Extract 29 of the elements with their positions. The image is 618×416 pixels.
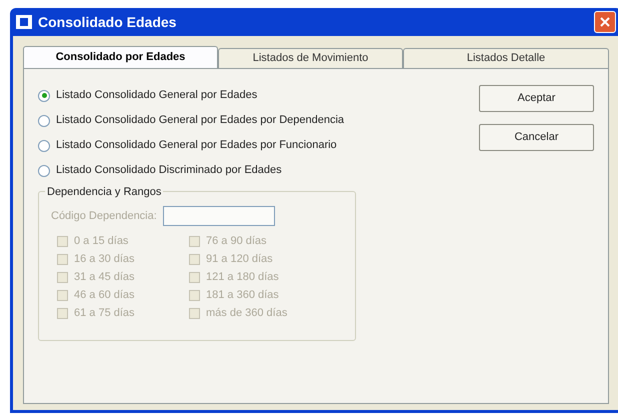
radio-button[interactable] xyxy=(38,114,50,126)
dialog-button[interactable]: Cancelar xyxy=(479,124,594,151)
checkbox-label: 181 a 360 días xyxy=(206,288,279,303)
window-title: Consolidado Edades xyxy=(38,12,176,32)
app-icon xyxy=(16,15,32,29)
checkbox-label: 76 a 90 días xyxy=(206,234,267,249)
close-button[interactable] xyxy=(594,11,616,33)
checkbox-label: 91 a 120 días xyxy=(206,252,273,267)
checkbox-label: 16 a 30 días xyxy=(74,252,135,267)
checkbox-label: 46 a 60 días xyxy=(74,288,135,303)
radio-button[interactable] xyxy=(38,90,50,102)
radio-button[interactable] xyxy=(38,140,50,152)
dialog-button[interactable]: Aceptar xyxy=(479,85,594,112)
checkbox-label: más de 360 días xyxy=(206,306,288,321)
checkbox-label: 61 a 75 días xyxy=(74,306,135,321)
radio-label: Listado Consolidado General por Edades por Dependencia xyxy=(56,113,344,128)
tab[interactable]: Listados de Movimiento xyxy=(218,48,403,68)
checkbox-label: 121 a 180 días xyxy=(206,270,279,285)
radio-label: Listado Consolidado General por Edades por Funcionario xyxy=(56,138,337,154)
radio-button[interactable] xyxy=(38,164,50,176)
group-title: Dependencia y Rangos xyxy=(45,184,164,200)
radio-label: Listado Consolidado Discriminado por Edades xyxy=(56,163,282,178)
checkbox-label: 0 a 15 días xyxy=(74,234,128,249)
field-label: Código Dependencia: xyxy=(51,208,157,224)
checkbox-label: 31 a 45 días xyxy=(74,270,135,285)
tab[interactable]: Consolidado por Edades xyxy=(23,46,218,68)
radio-label: Listado Consolidado General por Edades xyxy=(56,88,258,104)
tab[interactable]: Listados Detalle xyxy=(403,48,609,68)
close-icon xyxy=(599,16,611,28)
